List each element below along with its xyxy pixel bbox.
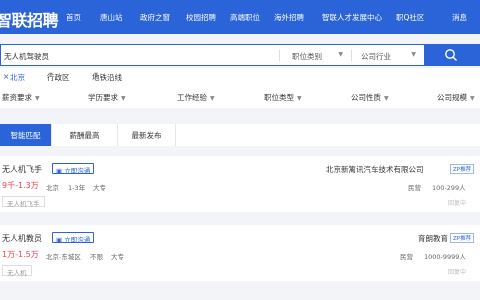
requirement-filters: 薪资要求 ▼ 学历要求 ▼ 工作经验 ▼ 职位类型 ▼ 公司性质 ▼ 公司规模 ▼ [0, 92, 480, 106]
industry-label: 公司行业 [361, 52, 391, 61]
tab-smart-match[interactable]: 智能匹配 [0, 124, 52, 146]
tab-latest[interactable]: 最新发布 [118, 124, 176, 146]
location-city[interactable]: 北京 [10, 72, 25, 83]
site-logo[interactable]: 智联招聘 [0, 7, 59, 31]
company-size: 1000-9999人 [424, 253, 466, 261]
chat-icon: ▣ [56, 167, 65, 175]
job-category-select[interactable]: 职位类别 ▼ [279, 44, 351, 66]
salary-filter-label: 薪资要求 [2, 93, 32, 102]
job-education: 大专 [111, 253, 124, 261]
nav-item-overseas[interactable]: 海外招聘 [274, 12, 304, 23]
company-size-filter[interactable]: 公司规模 ▼ [437, 92, 475, 103]
nav-item-home[interactable]: 首页 [66, 12, 81, 23]
job-experience: 1-3年 [68, 184, 86, 192]
chevron-down-icon: ▼ [94, 72, 98, 78]
company-nature-filter-label: 公司性质 [351, 93, 381, 102]
close-icon[interactable]: × [3, 72, 9, 81]
education-filter[interactable]: 学历要求 ▼ [88, 92, 126, 103]
job-education: 大专 [93, 184, 106, 192]
nav-item-community[interactable]: 职Q社区 [396, 12, 424, 23]
company-type: 民营 [400, 253, 413, 261]
chat-button-label: 立即沟通 [64, 236, 91, 244]
chevron-down-icon: ▼ [384, 95, 389, 102]
job-salary: 1万-1.5万 [2, 250, 39, 259]
job-card[interactable]: 无人机教员 ▣ 立即沟通 1万-1.5万 北京-东城区 不限 大专 无人机 育朗… [0, 225, 480, 281]
salary-filter[interactable]: 薪资要求 ▼ [2, 92, 40, 103]
job-location: 北京-东城区 [46, 253, 81, 261]
experience-filter[interactable]: 工作经验 ▼ [177, 92, 215, 103]
company-name[interactable]: 育朗教育 [418, 233, 448, 244]
chevron-down-icon: ▼ [297, 95, 302, 102]
filter-panel: × 北京 行政区 ▼ 地铁沿线 ▼ 薪资要求 ▼ 学历要求 ▼ 工作经验 ▼ 职位类型 ▼ … [0, 68, 480, 108]
company-size: 100-299人 [432, 184, 466, 192]
company-nature-filter[interactable]: 公司性质 ▼ [351, 92, 389, 103]
chevron-down-icon: ▼ [35, 95, 40, 102]
chat-button[interactable]: ▣ 立即沟通 [52, 163, 95, 175]
job-location: 北京 [46, 184, 59, 192]
nav-item-government[interactable]: 政府之窗 [140, 12, 170, 23]
nav-item-campus[interactable]: 校园招聘 [186, 12, 216, 23]
company-name[interactable]: 北京新篱讯汽车技术有限公司 [326, 164, 424, 175]
messages-link[interactable]: 消息 [452, 12, 467, 23]
chevron-down-icon: ▼ [121, 95, 126, 102]
chat-button[interactable]: ▣ 立即沟通 [52, 232, 95, 244]
job-type-filter[interactable]: 职位类型 ▼ [264, 92, 302, 103]
sort-tabs: 智能匹配 薪酬最高 最新发布 [0, 124, 480, 146]
chat-icon: ▣ [56, 236, 65, 244]
chevron-down-icon: ▼ [470, 95, 475, 102]
job-tag: 无人机 [2, 265, 32, 277]
job-type-filter-label: 职位类型 [264, 93, 294, 102]
chevron-down-icon: ▼ [49, 72, 53, 78]
divider [351, 50, 352, 61]
nav-item-tangshan[interactable]: 唐山站 [100, 12, 123, 23]
job-salary: 9千-1.3万 [2, 181, 39, 190]
top-nav: 智联招聘 首页 唐山站 政府之窗 校园招聘 高端职位 海外招聘 智联人才发展中心… [0, 0, 480, 34]
nav-item-talent-center[interactable]: 智联人才发展中心 [322, 12, 382, 23]
job-card[interactable]: 无人机飞手 ▣ 立即沟通 9千-1.3万 北京 1-3年 大专 无人机飞手 北京… [0, 156, 480, 212]
recommend-badge: ZP推荐 [450, 233, 475, 243]
search-input[interactable]: 无人机驾驶员 [0, 44, 279, 66]
job-category-label: 职位类别 [292, 52, 322, 61]
recommend-badge: ZP推荐 [450, 164, 475, 174]
job-title[interactable]: 无人机飞手 [2, 164, 42, 175]
chevron-down-icon: ▼ [210, 95, 215, 102]
search-button[interactable] [424, 44, 480, 66]
tab-highest-salary[interactable]: 薪酬最高 [52, 124, 118, 146]
job-title[interactable]: 无人机教员 [2, 233, 42, 244]
chevron-down-icon: ▼ [338, 51, 343, 58]
industry-select[interactable]: 公司行业 ▼ [351, 44, 424, 66]
reply-status: 回复中 [448, 200, 467, 207]
experience-filter-label: 工作经验 [177, 93, 207, 102]
divider [279, 50, 280, 61]
company-size-filter-label: 公司规模 [437, 93, 467, 102]
search-icon [445, 49, 457, 61]
search-bar: 无人机驾驶员 职位类别 ▼ 公司行业 ▼ [0, 44, 480, 66]
chat-button-label: 立即沟通 [64, 167, 91, 175]
job-tag: 无人机飞手 [2, 196, 45, 208]
chevron-down-icon: ▼ [411, 51, 416, 58]
job-experience: 不限 [90, 253, 103, 261]
company-type: 民营 [408, 184, 421, 192]
nav-item-senior[interactable]: 高端职位 [230, 12, 260, 23]
education-filter-label: 学历要求 [88, 93, 118, 102]
reply-status: 回复中 [448, 269, 467, 276]
